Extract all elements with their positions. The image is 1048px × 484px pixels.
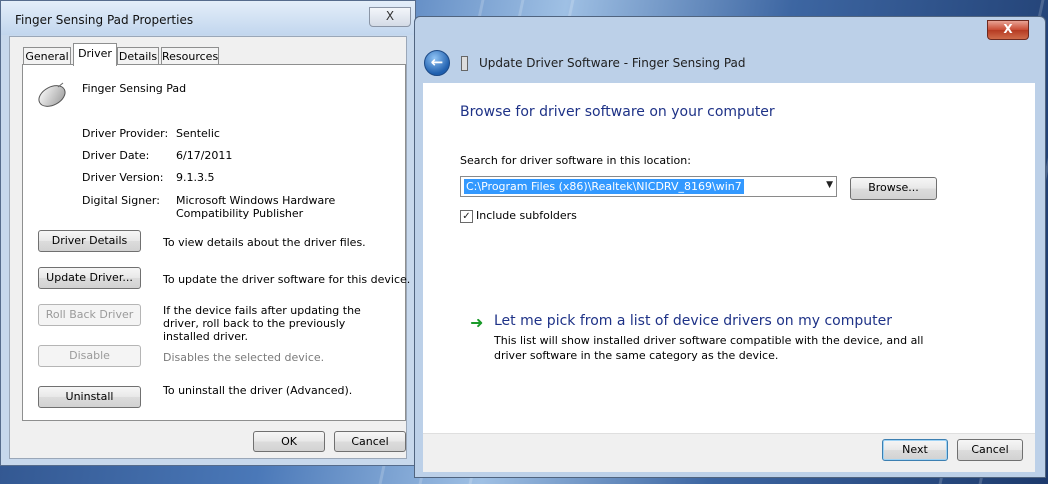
roll-back-driver-desc: If the device fails after updating the d…	[163, 304, 361, 343]
include-subfolders-label[interactable]: Include subfolders	[476, 209, 577, 222]
driver-version-value: 9.1.3.5	[176, 171, 215, 184]
properties-cancel-button[interactable]: Cancel	[334, 431, 406, 452]
update-driver-button[interactable]: Update Driver...	[38, 267, 141, 289]
next-button[interactable]: Next	[882, 439, 948, 461]
digital-signer-value: Microsoft Windows Hardware Compatibility…	[176, 194, 336, 220]
update-close-button[interactable]: X	[987, 20, 1029, 40]
device-small-icon	[461, 56, 468, 71]
tab-details[interactable]: Details	[117, 47, 159, 65]
driver-version-label: Driver Version:	[82, 171, 164, 184]
driver-provider-label: Driver Provider:	[82, 127, 169, 140]
driver-details-button[interactable]: Driver Details	[38, 230, 141, 252]
include-subfolders-checkbox[interactable]: ✓	[460, 210, 473, 223]
disable-desc: Disables the selected device.	[163, 351, 325, 364]
tab-resources[interactable]: Resources	[161, 47, 219, 65]
tab-driver[interactable]: Driver	[73, 43, 117, 66]
properties-titlebar[interactable]: Finger Sensing Pad Properties X	[1, 1, 415, 35]
driver-path-value[interactable]: C:\Program Files (x86)\Realtek\NICDRV_81…	[464, 179, 744, 194]
tab-general[interactable]: General	[23, 47, 71, 65]
driver-provider-value: Sentelic	[176, 127, 220, 140]
pick-driver-link[interactable]: Let me pick from a list of device driver…	[494, 313, 892, 329]
mouse-icon	[38, 82, 66, 107]
update-driver-window: X ← Update Driver Software - Finger Sens…	[414, 16, 1046, 478]
update-driver-desc: To update the driver software for this d…	[163, 273, 411, 286]
properties-close-button[interactable]: X	[369, 7, 411, 27]
device-name: Finger Sensing Pad	[82, 82, 187, 95]
browse-button[interactable]: Browse...	[850, 177, 937, 200]
green-arrow-icon[interactable]: ➜	[470, 313, 483, 332]
roll-back-driver-button[interactable]: Roll Back Driver	[38, 304, 141, 326]
driver-details-desc: To view details about the driver files.	[163, 236, 366, 249]
update-cancel-button[interactable]: Cancel	[957, 439, 1023, 461]
uninstall-button[interactable]: Uninstall	[38, 386, 141, 408]
device-properties-window: Finger Sensing Pad Properties X General …	[0, 0, 416, 466]
digital-signer-label: Digital Signer:	[82, 194, 160, 207]
driver-date-value: 6/17/2011	[176, 149, 233, 162]
driver-date-label: Driver Date:	[82, 149, 150, 162]
update-window-title: Update Driver Software - Finger Sensing …	[479, 56, 746, 70]
driver-tab-panel: Finger Sensing Pad Driver Provider: Sent…	[22, 64, 410, 421]
chevron-down-icon[interactable]: ▼	[826, 180, 833, 190]
driver-path-combobox[interactable]: C:\Program Files (x86)\Realtek\NICDRV_81…	[460, 176, 837, 197]
disable-button[interactable]: Disable	[38, 345, 141, 367]
ok-button[interactable]: OK	[253, 431, 325, 452]
update-content	[423, 83, 1035, 433]
search-location-label: Search for driver software in this locat…	[460, 154, 691, 167]
properties-window-title: Finger Sensing Pad Properties	[15, 13, 194, 27]
uninstall-desc: To uninstall the driver (Advanced).	[163, 384, 353, 397]
browse-heading: Browse for driver software on your compu…	[460, 104, 775, 120]
back-arrow-icon[interactable]: ←	[424, 50, 450, 76]
pick-driver-desc: This list will show installed driver sof…	[494, 334, 924, 362]
